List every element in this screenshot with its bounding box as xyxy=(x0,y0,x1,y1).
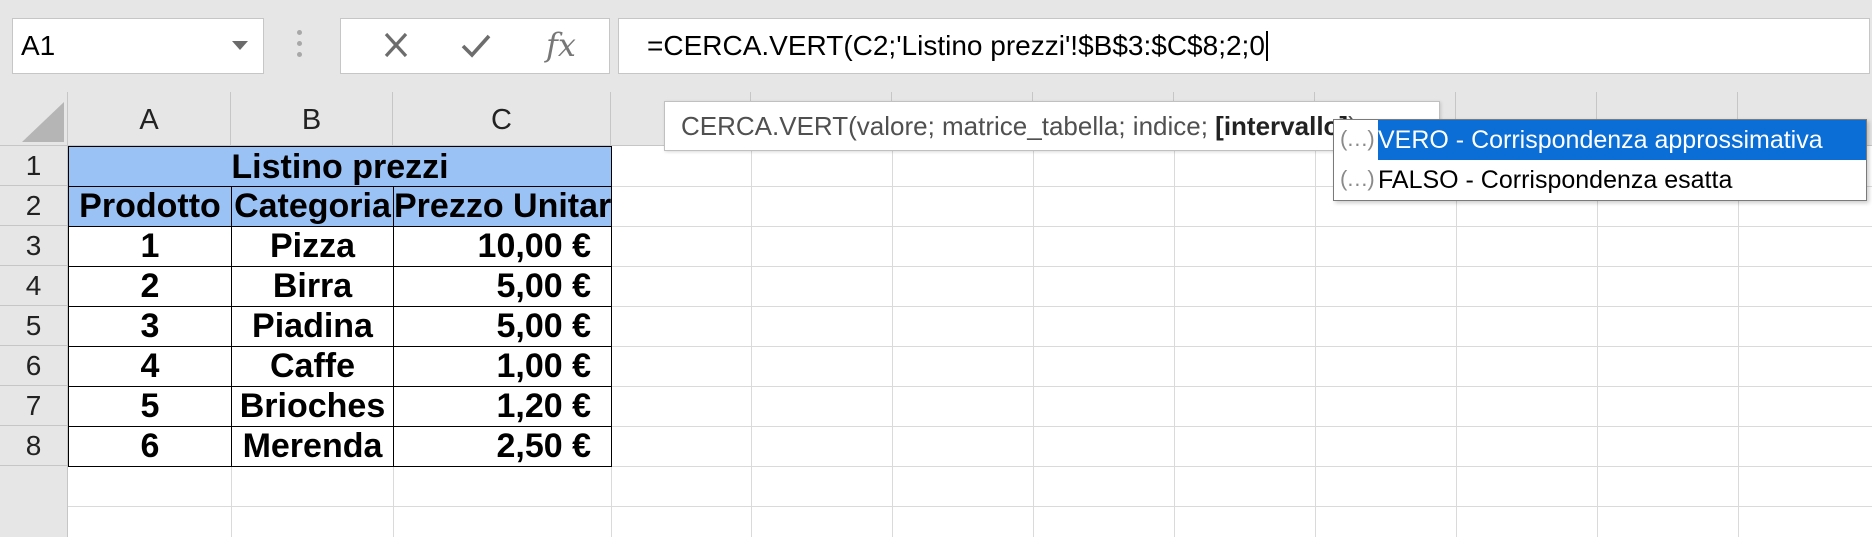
table-header-cell[interactable]: Prodotto xyxy=(68,186,232,227)
row-header[interactable]: 1 xyxy=(0,146,67,186)
table-cell[interactable]: Piadina xyxy=(231,307,394,347)
close-icon xyxy=(384,32,408,58)
autocomplete-option-label: FALSO - Corrispondenza esatta xyxy=(1378,166,1733,194)
table-cell[interactable]: 5,00 € xyxy=(393,267,612,307)
row-header[interactable]: 3 xyxy=(0,226,67,266)
gridline xyxy=(1456,146,1457,537)
table-cell[interactable]: 5 xyxy=(68,387,232,427)
formula-input[interactable]: =CERCA.VERT(C2;'Listino prezzi'!$B$3:$C$… xyxy=(618,18,1870,74)
gridline xyxy=(68,506,1872,507)
table-header-cell[interactable]: Categoria xyxy=(231,186,394,227)
autocomplete-option-falso[interactable]: (…) FALSO - Corrispondenza esatta xyxy=(1334,160,1866,200)
argument-icon: (…) xyxy=(1340,126,1375,151)
select-all-button[interactable] xyxy=(0,92,68,146)
cancel-button[interactable] xyxy=(361,19,431,73)
column-header[interactable]: A xyxy=(68,92,231,146)
fx-label: fx xyxy=(546,26,576,64)
text-caret xyxy=(1265,30,1268,61)
formula-buttons: fx xyxy=(340,18,610,74)
row-header[interactable]: 6 xyxy=(0,346,67,386)
table-cell[interactable]: 10,00 € xyxy=(393,227,612,267)
row-header[interactable]: 2 xyxy=(0,186,67,226)
insert-function-button[interactable]: fx xyxy=(526,19,596,73)
column-header[interactable]: B xyxy=(231,92,393,146)
table-cell[interactable]: Birra xyxy=(231,267,394,307)
name-box[interactable]: A1 xyxy=(12,18,264,74)
table-cell[interactable]: 1 xyxy=(68,227,232,267)
table-cell[interactable]: 3 xyxy=(68,307,232,347)
table-cell[interactable]: 5,00 € xyxy=(393,307,612,347)
column-header[interactable]: C xyxy=(393,92,611,146)
gridline xyxy=(1174,146,1175,537)
drag-handle-icon[interactable] xyxy=(297,30,303,60)
checkmark-icon xyxy=(461,34,491,58)
name-box-value: A1 xyxy=(21,30,56,61)
enter-button[interactable] xyxy=(441,19,511,73)
gridline xyxy=(1315,146,1316,537)
table-cell[interactable]: Caffe xyxy=(231,347,394,387)
tooltip-signature: CERCA.VERT(valore; matrice_tabella; indi… xyxy=(681,111,1216,141)
tooltip-current-arg: [intervallo] xyxy=(1215,111,1349,141)
gridline xyxy=(1033,146,1034,537)
table-cell[interactable]: Pizza xyxy=(231,227,394,267)
gridline xyxy=(751,146,752,537)
gridline xyxy=(1597,146,1598,537)
table-cell[interactable]: 2 xyxy=(68,267,232,307)
row-header[interactable]: 4 xyxy=(0,266,67,306)
table-title-cell[interactable]: Listino prezzi xyxy=(68,146,612,187)
table-cell[interactable]: 2,50 € xyxy=(393,427,612,467)
table-cell[interactable]: 1,00 € xyxy=(393,347,612,387)
row-header[interactable]: 8 xyxy=(0,426,67,466)
table-cell[interactable]: 6 xyxy=(68,427,232,467)
argument-icon: (…) xyxy=(1340,166,1375,191)
autocomplete-option-vero[interactable]: (…) VERO - Corrispondenza approssimativa xyxy=(1334,120,1866,160)
table-cell[interactable]: Merenda xyxy=(231,427,394,467)
table-cell[interactable]: 4 xyxy=(68,347,232,387)
row-header[interactable]: 5 xyxy=(0,306,67,346)
formula-text: =CERCA.VERT(C2;'Listino prezzi'!$B$3:$C$… xyxy=(647,30,1265,61)
select-all-icon xyxy=(22,102,64,142)
cells-area[interactable]: Listino prezzi Prodotto Categoria Prezzo Un… xyxy=(68,146,1872,537)
gridline xyxy=(1738,146,1739,537)
table-header-cell[interactable]: Prezzo Unitario xyxy=(393,186,612,227)
row-headers: 12345678 xyxy=(0,146,68,537)
table-cell[interactable]: Brioches xyxy=(231,387,394,427)
function-tooltip: CERCA.VERT(valore; matrice_tabella; indi… xyxy=(664,101,1440,151)
chevron-down-icon[interactable] xyxy=(232,41,248,50)
autocomplete-dropdown: (…) VERO - Corrispondenza approssimativa… xyxy=(1333,119,1867,201)
autocomplete-option-label: VERO - Corrispondenza approssimativa xyxy=(1378,120,1866,160)
gridline xyxy=(892,146,893,537)
table-cell[interactable]: 1,20 € xyxy=(393,387,612,427)
row-header[interactable]: 7 xyxy=(0,386,67,426)
